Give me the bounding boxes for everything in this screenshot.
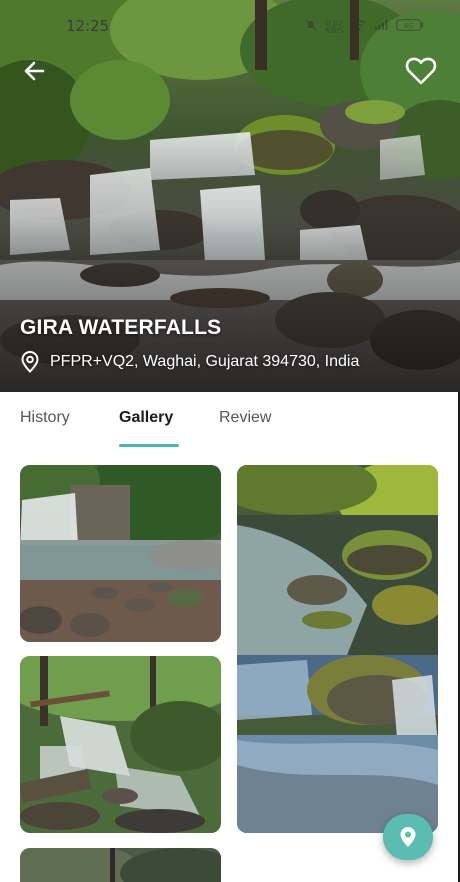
waterfall-pool-photo xyxy=(20,465,221,642)
place-address: PFPR+VQ2, Waghai, Gujarat 394730, India xyxy=(20,351,359,373)
location-pin-icon xyxy=(400,827,416,847)
signal-icon xyxy=(374,18,388,36)
active-tab-indicator xyxy=(119,444,179,447)
map-location-button[interactable] xyxy=(383,814,433,860)
arrow-left-icon xyxy=(24,61,45,81)
tab-gallery[interactable]: Gallery xyxy=(119,409,173,427)
network-speed: 0.02 KB/S xyxy=(325,20,344,35)
tab-bar: History Gallery Review xyxy=(0,392,458,452)
battery-label: 6G xyxy=(404,22,414,30)
gallery-photo[interactable] xyxy=(237,465,438,833)
gallery-grid xyxy=(0,452,458,882)
favorite-button[interactable] xyxy=(404,56,438,90)
mute-icon xyxy=(305,18,317,36)
gallery-photo[interactable] xyxy=(20,465,221,642)
status-bar: 12:25 0.02 KB/S 6G xyxy=(0,0,460,48)
gallery-photo[interactable] xyxy=(20,656,221,833)
wifi-icon xyxy=(352,18,366,36)
network-speed-unit: KB/S xyxy=(325,26,344,35)
forest-partial-photo xyxy=(20,848,221,882)
address-text: PFPR+VQ2, Waghai, Gujarat 394730, India xyxy=(50,353,360,370)
heart-outline-icon xyxy=(405,57,437,85)
gallery-photo[interactable] xyxy=(20,848,221,882)
location-pin-icon xyxy=(21,351,39,373)
status-time: 12:25 xyxy=(66,17,110,35)
battery-icon: 6G xyxy=(396,18,424,36)
tab-review[interactable]: Review xyxy=(219,409,271,427)
forest-stream-photo xyxy=(20,656,221,833)
tab-history[interactable]: History xyxy=(20,409,70,427)
mossy-cascade-photo xyxy=(237,465,438,833)
back-button[interactable] xyxy=(20,56,54,90)
place-title: GIRA WATERFALLS xyxy=(20,316,222,339)
status-icons: 0.02 KB/S 6G xyxy=(305,18,424,36)
